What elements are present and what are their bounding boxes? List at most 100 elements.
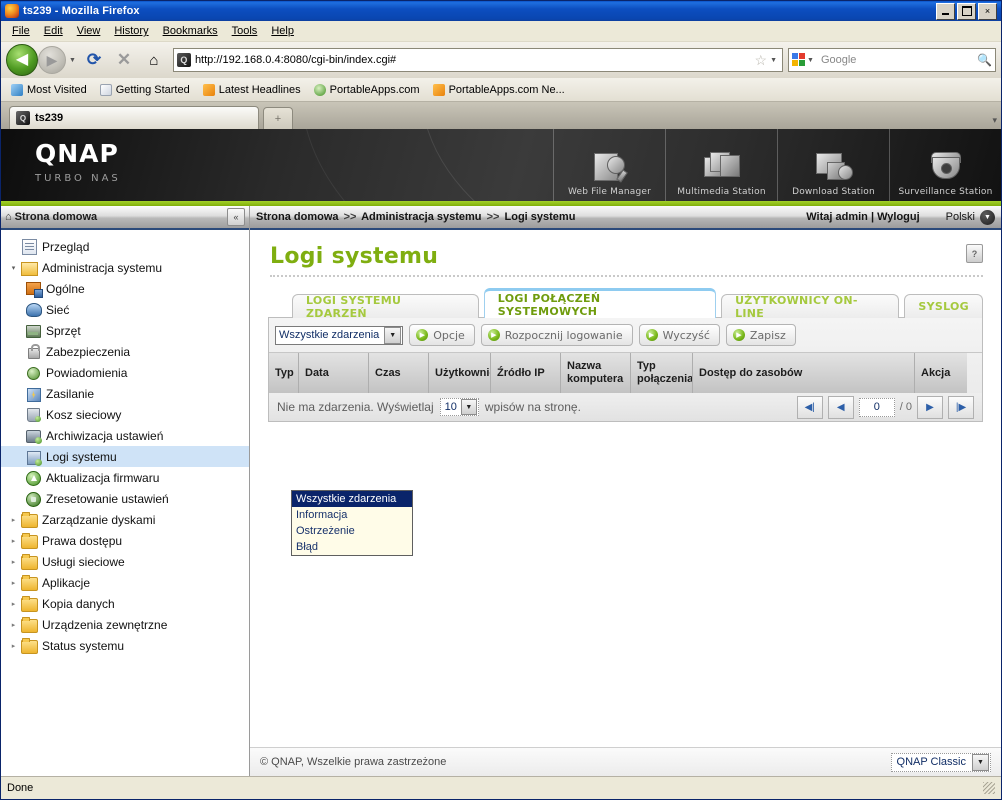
tab-logi-systemu-zdarzen[interactable]: LOGI SYSTEMU ZDARZEŃ	[292, 294, 479, 320]
sidebar-item-zabezpieczenia[interactable]: Zabezpieczenia	[1, 341, 249, 362]
breadcrumb-home[interactable]: Strona domowa	[256, 211, 339, 223]
station-web-file-manager[interactable]: Web File Manager	[553, 129, 665, 201]
browser-tab-ts239[interactable]: Q ts239	[9, 106, 259, 129]
chevron-down-icon[interactable]: ▼	[460, 399, 477, 415]
column-header-akcja[interactable]: Akcja	[915, 353, 967, 393]
sidebar-item-aktualizacja-firmwaru[interactable]: Aktualizacja firmwaru	[1, 467, 249, 488]
column-header-typ-polaczenia[interactable]: Typ połączenia	[631, 353, 693, 393]
start-logging-button[interactable]: ▶ Rozpocznij logowanie	[480, 324, 633, 346]
menu-history[interactable]: History	[107, 23, 155, 39]
search-box[interactable]: ▼ Google 🔍	[788, 48, 996, 72]
url-dropdown-icon[interactable]: ▼	[770, 57, 777, 64]
language-dropdown-icon[interactable]: ▼	[980, 209, 995, 225]
search-icon[interactable]: 🔍	[977, 53, 992, 67]
chevron-down-icon[interactable]: ▼	[384, 326, 402, 344]
menu-bookmarks[interactable]: Bookmarks	[156, 23, 225, 39]
breadcrumb-administracja[interactable]: Administracja systemu	[361, 211, 481, 223]
chevron-right-icon[interactable]: ▸	[7, 537, 20, 545]
maximize-button[interactable]	[957, 2, 976, 20]
sidebar-item-aplikacje[interactable]: ▸ Aplikacje	[1, 572, 249, 593]
dropdown-option-wszystkie-zdarzenia[interactable]: Wszystkie zdarzenia	[292, 491, 412, 507]
reload-button[interactable]: ⟳	[80, 46, 108, 74]
menu-view[interactable]: View	[70, 23, 108, 39]
close-button[interactable]: ×	[978, 2, 997, 20]
column-header-czas[interactable]: Czas	[369, 353, 429, 393]
chevron-right-icon[interactable]: ▸	[7, 600, 20, 608]
event-filter-select[interactable]: Wszystkie zdarzenia ▼	[275, 325, 404, 345]
search-input[interactable]: Google	[821, 54, 977, 66]
first-page-button[interactable]: ◀|	[796, 395, 823, 419]
tab-logi-polaczen-systemowych[interactable]: LOGI POŁĄCZEŃ SYSTEMOWYCH	[483, 288, 717, 318]
chevron-right-icon[interactable]: ▸	[7, 558, 20, 566]
sidebar-item-kopia-danych[interactable]: ▸ Kopia danych	[1, 593, 249, 614]
search-engine-dropdown-icon[interactable]: ▼	[807, 57, 814, 64]
column-header-nazwa-komputera[interactable]: Nazwa komputera	[561, 353, 631, 393]
bookmark-getting-started[interactable]: Getting Started	[95, 83, 195, 97]
sidebar-item-przeglad[interactable]: Przegląd	[1, 236, 249, 257]
greeting-logout[interactable]: Witaj admin | Wyloguj	[806, 211, 919, 223]
dropdown-option-ostrzezenie[interactable]: Ostrzeżenie	[292, 523, 412, 539]
chevron-down-icon[interactable]: ▼	[972, 753, 989, 771]
options-button[interactable]: ▶ Opcje	[409, 324, 475, 346]
tab-uzytkownicy-online[interactable]: UŻYTKOWNICY ON-LINE	[721, 294, 900, 320]
tab-syslog[interactable]: SYSLOG	[904, 294, 983, 318]
page-size-select[interactable]: 10 ▼	[439, 398, 479, 416]
url-text[interactable]: http://192.168.0.4:8080/cgi-bin/index.cg…	[195, 54, 753, 66]
sidebar-item-prawa-dostepu[interactable]: ▸ Prawa dostępu	[1, 530, 249, 551]
chevron-right-icon[interactable]: ▸	[7, 516, 20, 524]
chevron-right-icon[interactable]: ▸	[7, 579, 20, 587]
clear-button[interactable]: ▶ Wyczyść	[638, 324, 720, 346]
list-all-tabs-icon[interactable]: ▾	[992, 115, 997, 126]
sidebar-item-siec[interactable]: Sieć	[1, 299, 249, 320]
column-header-uzytkownicy[interactable]: Użytkownicy	[429, 353, 491, 393]
sidebar-item-sprzet[interactable]: Sprzęt	[1, 320, 249, 341]
sidebar-item-powiadomienia[interactable]: Powiadomienia	[1, 362, 249, 383]
sidebar-item-archiwizacja-ustawien[interactable]: Archiwizacja ustawień	[1, 425, 249, 446]
dropdown-option-informacja[interactable]: Informacja	[292, 507, 412, 523]
next-page-button[interactable]: ▶	[917, 395, 943, 419]
forward-button[interactable]: ▶	[38, 46, 66, 74]
save-button[interactable]: ▶ Zapisz	[725, 324, 796, 346]
bookmark-most-visited[interactable]: Most Visited	[6, 83, 92, 97]
menu-edit[interactable]: Edit	[37, 23, 70, 39]
sidebar-item-zasilanie[interactable]: Zasilanie	[1, 383, 249, 404]
sidebar-item-logi-systemu[interactable]: Logi systemu	[1, 446, 249, 467]
station-multimedia[interactable]: Multimedia Station	[665, 129, 777, 201]
sidebar-item-urzadzenia-zewnetrzne[interactable]: ▸ Urządzenia zewnętrzne	[1, 614, 249, 635]
sidebar-item-ogolne[interactable]: Ogólne	[1, 278, 249, 299]
sidebar-item-uslugi-sieciowe[interactable]: ▸ Usługi sieciowe	[1, 551, 249, 572]
sidebar-collapse-button[interactable]: «	[227, 208, 245, 226]
bookmark-latest-headlines[interactable]: Latest Headlines	[198, 83, 306, 97]
url-bar[interactable]: Q http://192.168.0.4:8080/cgi-bin/index.…	[172, 48, 783, 72]
menu-tools[interactable]: Tools	[225, 23, 265, 39]
help-button[interactable]: ?	[966, 244, 983, 263]
qnap-logo[interactable]: QNAP TURBO NAS	[35, 141, 121, 184]
column-header-dostep-do-zasobow[interactable]: Dostęp do zasobów	[693, 353, 915, 393]
sidebar-item-zarzadzanie-dyskami[interactable]: ▸ Zarządzanie dyskami	[1, 509, 249, 530]
station-surveillance[interactable]: Surveillance Station	[889, 129, 1001, 201]
nav-history-dropdown-icon[interactable]: ▼	[69, 57, 76, 64]
theme-select[interactable]: QNAP Classic ▼	[890, 752, 991, 772]
sidebar-item-status-systemu[interactable]: ▸ Status systemu	[1, 635, 249, 656]
last-page-button[interactable]: |▶	[948, 395, 974, 419]
minimize-button[interactable]	[936, 2, 955, 20]
prev-page-button[interactable]: ◀	[827, 395, 854, 419]
menu-help[interactable]: Help	[264, 23, 301, 39]
chevron-right-icon[interactable]: ▸	[7, 642, 20, 650]
new-tab-button[interactable]: +	[263, 107, 293, 129]
home-button[interactable]: ⌂	[140, 46, 168, 74]
menu-file[interactable]: File	[5, 23, 37, 39]
bookmark-portableapps-news[interactable]: PortableApps.com Ne...	[428, 83, 570, 97]
back-button[interactable]: ◀	[6, 44, 38, 76]
column-header-typ[interactable]: Typ	[269, 353, 299, 393]
event-filter-dropdown-list[interactable]: Wszystkie zdarzenia Informacja Ostrzeżen…	[291, 490, 413, 556]
bookmark-portableapps[interactable]: PortableApps.com	[309, 83, 425, 97]
sidebar-item-kosz-sieciowy[interactable]: Kosz sieciowy	[1, 404, 249, 425]
dropdown-option-blad[interactable]: Błąd	[292, 539, 412, 555]
station-download[interactable]: Download Station	[777, 129, 889, 201]
column-header-zrodlo-ip[interactable]: Źródło IP	[491, 353, 561, 393]
sidebar-item-administracja-systemu[interactable]: ▾ Administracja systemu	[1, 257, 249, 278]
column-header-data[interactable]: Data	[299, 353, 369, 393]
sidebar-item-zresetowanie-ustawien[interactable]: Zresetowanie ustawień	[1, 488, 249, 509]
current-page-input[interactable]: 0	[858, 397, 895, 417]
